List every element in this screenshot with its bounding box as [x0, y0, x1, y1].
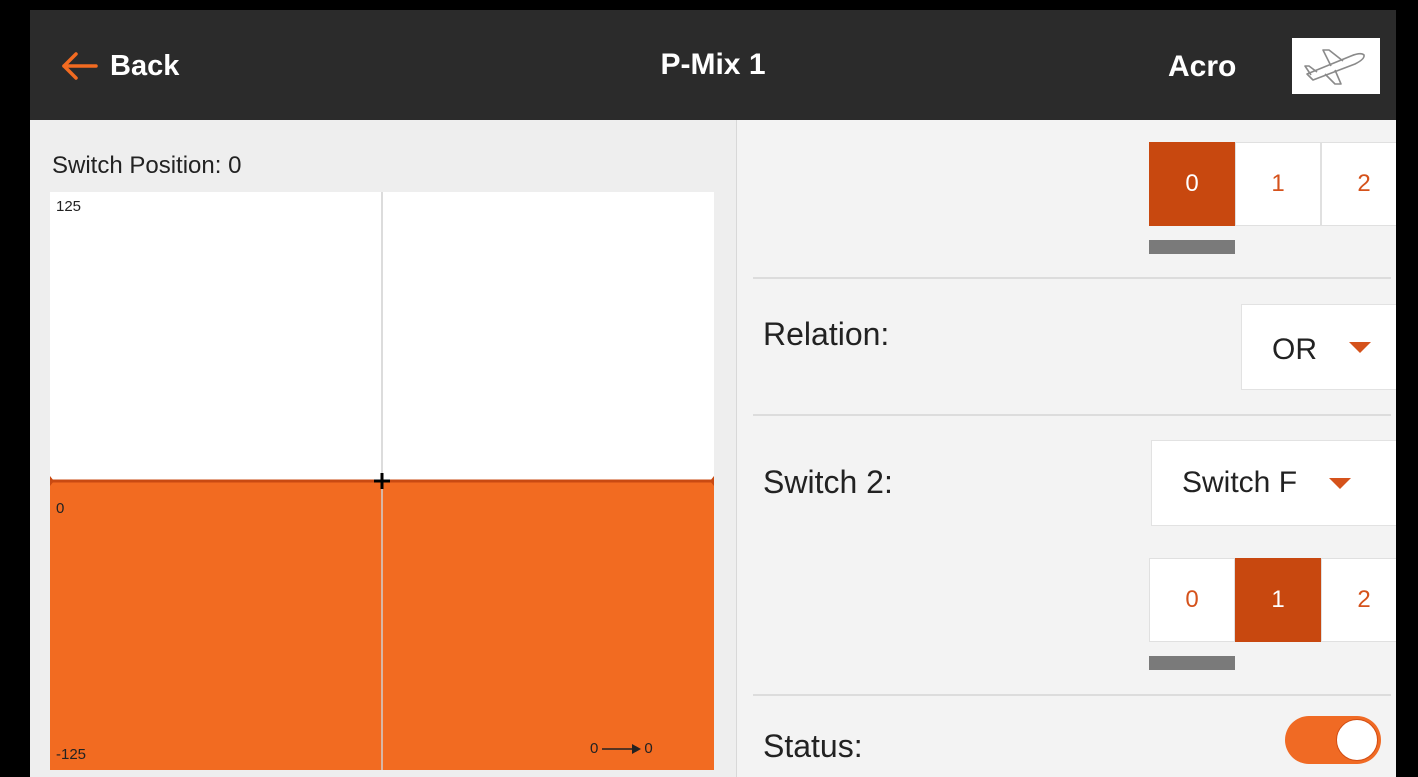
arrow-right-icon: [602, 743, 642, 754]
switch1-position-2[interactable]: 2: [1321, 142, 1396, 226]
switch2-dropdown[interactable]: Switch F: [1151, 440, 1396, 526]
switch2-current-position-indicator: [1149, 656, 1235, 670]
airplane-icon[interactable]: [1292, 38, 1380, 94]
relation-dropdown[interactable]: OR: [1241, 304, 1396, 390]
mix-settings-panel: 0 1 2 Relation: OR Switch 2: Switch F 0 …: [736, 120, 1396, 777]
switch1-position-0[interactable]: 0: [1149, 142, 1235, 226]
y-axis-max-label: 125: [56, 198, 82, 215]
divider: [753, 694, 1391, 696]
input-value: 0: [590, 740, 599, 757]
relation-value: OR: [1272, 333, 1317, 366]
switch1-position-1[interactable]: 1: [1235, 142, 1321, 226]
model-type-label: Acro: [1168, 50, 1237, 83]
divider: [753, 277, 1391, 279]
status-toggle[interactable]: [1285, 716, 1381, 764]
header-bar: Back P-Mix 1 Acro: [30, 10, 1396, 120]
relation-label: Relation:: [763, 316, 890, 352]
switch1-position-selector: 0 1 2: [1149, 142, 1396, 226]
mix-curve-graph[interactable]: 125 0 -125 0 0: [50, 192, 714, 770]
switch2-label: Switch 2:: [763, 464, 893, 500]
switch-position-label: Switch Position: 0: [52, 152, 242, 179]
chevron-down-icon: [1349, 341, 1371, 353]
input-output-readout: 0 0: [590, 740, 653, 757]
output-value: 0: [644, 740, 653, 757]
y-axis-zero-label: 0: [56, 500, 65, 517]
status-label: Status:: [763, 728, 863, 764]
chevron-down-icon: [1329, 477, 1352, 489]
mix-curve-svg: [50, 192, 714, 770]
device-frame: Back P-Mix 1 Acro Switch Position: 0 125…: [0, 0, 1418, 777]
app-screen: Back P-Mix 1 Acro Switch Position: 0 125…: [30, 10, 1396, 777]
switch2-value: Switch F: [1182, 466, 1298, 499]
switch2-position-selector: 0 1 2: [1149, 558, 1396, 642]
switch2-position-2[interactable]: 2: [1321, 558, 1396, 642]
switch2-position-0[interactable]: 0: [1149, 558, 1235, 642]
mix-graph-panel: Switch Position: 0 125 0 -125 0 0: [30, 120, 736, 777]
switch1-current-position-indicator: [1149, 240, 1235, 254]
switch2-position-1[interactable]: 1: [1235, 558, 1321, 642]
airplane-glyph: [1304, 49, 1365, 85]
y-axis-min-label: -125: [56, 746, 87, 763]
divider: [753, 414, 1391, 416]
toggle-knob: [1336, 719, 1378, 761]
